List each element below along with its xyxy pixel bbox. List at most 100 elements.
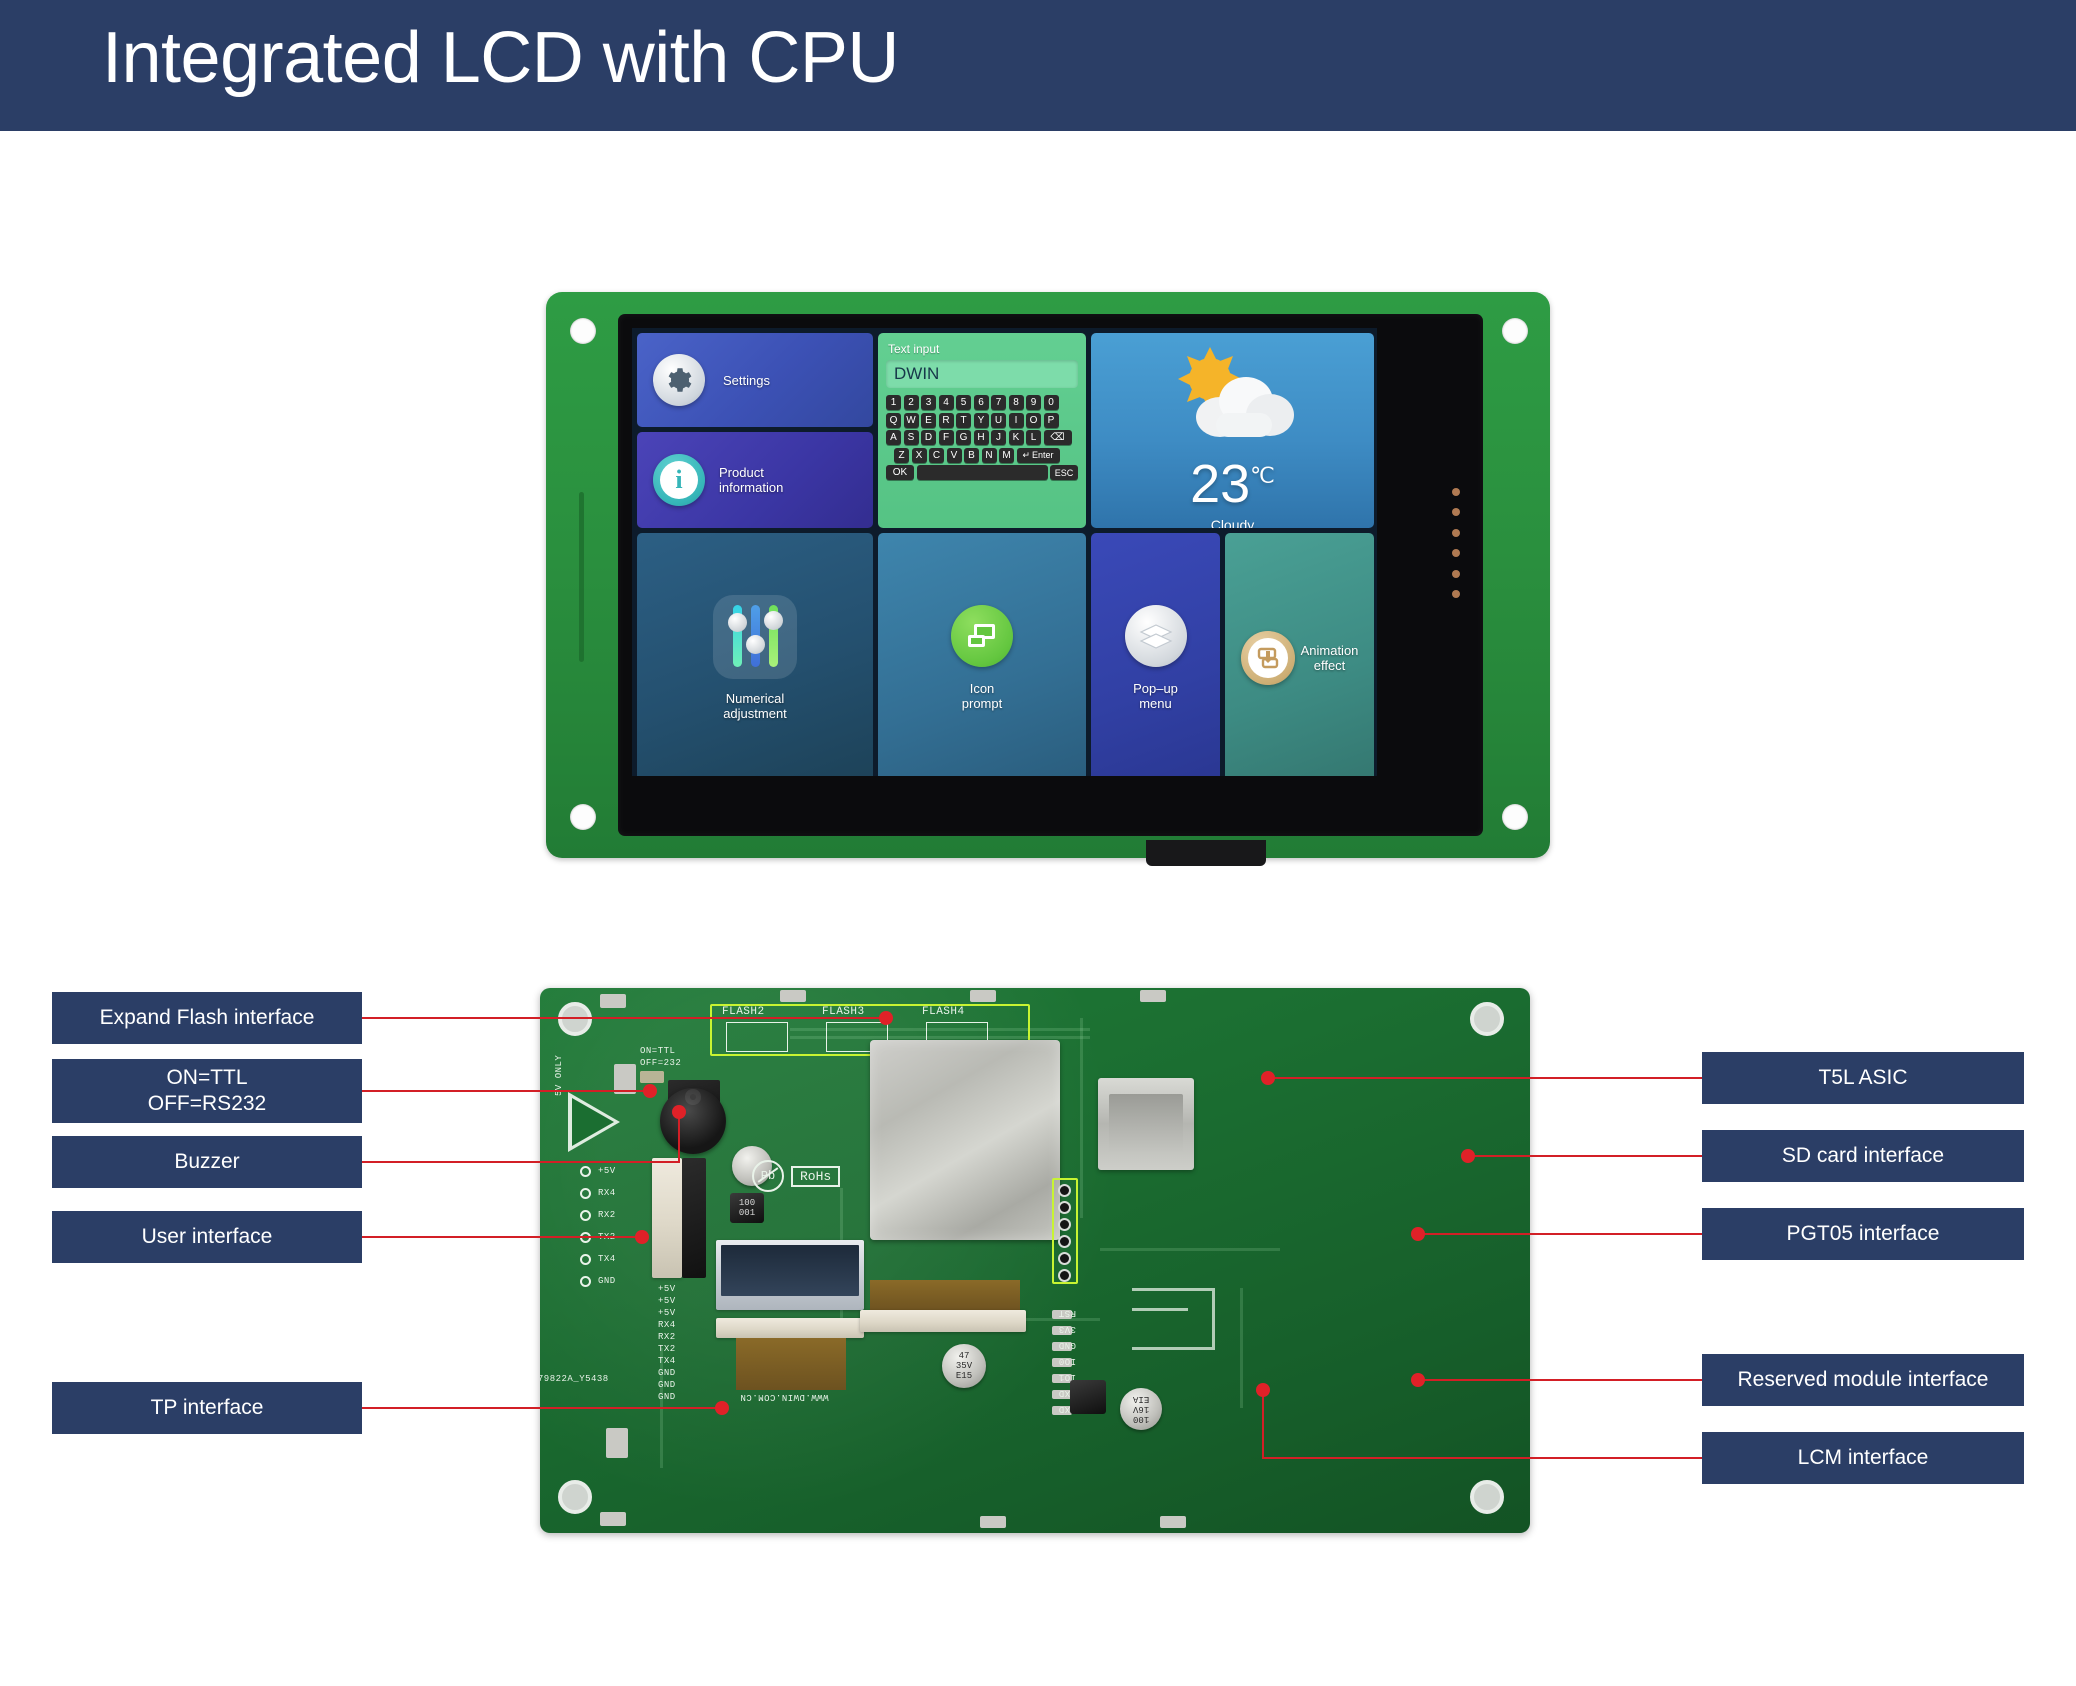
key[interactable]: U	[991, 412, 1006, 428]
pcb-clip	[1140, 990, 1166, 1002]
capacitor-100uf: 100 16V EIA	[1120, 1388, 1162, 1430]
lcm-fpc-connector	[860, 1310, 1026, 1332]
enter-key[interactable]: ↵ Enter	[1016, 447, 1060, 463]
key[interactable]: V	[946, 447, 962, 463]
space-key[interactable]	[916, 465, 1048, 480]
leader-line	[1418, 1233, 1702, 1235]
key[interactable]: G	[956, 430, 971, 445]
text-input-field[interactable]: DWIN	[886, 360, 1078, 388]
key[interactable]: 5	[956, 395, 971, 410]
key[interactable]: F	[938, 430, 954, 445]
voltage-warning-triangle	[568, 1092, 620, 1152]
keyboard-row-z: Z X C V B N M ↵ Enter	[886, 447, 1078, 463]
key[interactable]: A	[886, 430, 901, 445]
pad-pin	[580, 1210, 591, 1221]
key[interactable]: J	[991, 430, 1006, 445]
tile-label-line2: adjustment	[723, 706, 787, 721]
key[interactable]: C	[929, 447, 944, 463]
connector-body	[682, 1158, 706, 1278]
pad-pin	[580, 1166, 591, 1177]
silk-website: WWW.DWIN.COM.CN	[740, 1392, 829, 1402]
tile-settings[interactable]: Settings	[637, 333, 873, 427]
tile-product-information[interactable]: i Product information	[637, 432, 873, 528]
leader-endpoint	[1261, 1071, 1275, 1085]
tile-text-input-keyboard[interactable]: Text input DWIN 1 2 3 4 5 6 7 8 9 0 Q W …	[878, 333, 1086, 528]
pcb-clip	[600, 1512, 626, 1526]
buzzer-component	[660, 1088, 726, 1154]
lcd-screen-ui: Settings i Product information Numerical…	[632, 328, 1377, 776]
enter-arrow-icon: ↵	[1022, 449, 1031, 460]
key[interactable]: 3	[921, 395, 936, 410]
backspace-key[interactable]: ⌫	[1043, 430, 1072, 445]
esc-key[interactable]: ESC	[1050, 465, 1078, 480]
tile-popup-menu[interactable]: Pop–up menu	[1091, 533, 1220, 776]
tile-label-line2: prompt	[961, 696, 1003, 711]
key[interactable]: Y	[973, 412, 989, 428]
tile-label-line2: effect	[1313, 658, 1346, 673]
key[interactable]: I	[1008, 412, 1024, 428]
key[interactable]: O	[1026, 412, 1041, 428]
callout-user-interface: User interface	[52, 1211, 362, 1263]
cap-label-2: 16V	[1132, 1404, 1150, 1414]
key[interactable]: R	[938, 412, 954, 428]
key[interactable]: 1	[886, 395, 901, 410]
callout-line2: OFF=RS232	[147, 1092, 267, 1115]
silk-pad-pin: TX4	[598, 1254, 616, 1264]
key[interactable]: 0	[1043, 395, 1059, 410]
tile-label-line1: Icon	[969, 681, 995, 696]
leader-line	[362, 1017, 886, 1019]
weather-description: Cloudy	[1210, 517, 1255, 528]
tile-animation-effect[interactable]: Animation effect	[1225, 533, 1374, 776]
leader-endpoint	[1256, 1383, 1270, 1397]
tile-weather[interactable]: 23℃ Cloudy	[1091, 333, 1374, 528]
callout-ttl-rs232-switch: ON=TTL OFF=RS232	[52, 1059, 362, 1123]
pad-pin	[580, 1276, 591, 1287]
key[interactable]: H	[973, 430, 989, 445]
pcb-clip	[970, 990, 996, 1002]
key[interactable]: 9	[1026, 395, 1041, 410]
pcb-trace	[1240, 1288, 1243, 1408]
key[interactable]: N	[981, 447, 997, 463]
silk-reserved-pin: RST	[1058, 1308, 1076, 1318]
key[interactable]: M	[999, 447, 1014, 463]
silk-reserved-pin: 3V3	[1058, 1324, 1076, 1334]
flash2-footprint	[726, 1022, 788, 1052]
key[interactable]: E	[921, 412, 936, 428]
mount-hole	[570, 804, 596, 830]
key[interactable]: 7	[991, 395, 1006, 410]
key[interactable]: 8	[1008, 395, 1024, 410]
key[interactable]: D	[921, 430, 936, 445]
silk-flash4: FLASH4	[922, 1006, 965, 1018]
key[interactable]: K	[1008, 430, 1024, 445]
tile-numerical-adjustment-label: Numerical adjustment	[723, 691, 787, 721]
key[interactable]: 6	[973, 395, 989, 410]
tile-numerical-adjustment[interactable]: Numerical adjustment	[637, 533, 873, 776]
leader-line	[362, 1090, 650, 1092]
key[interactable]: B	[964, 447, 979, 463]
key[interactable]: L	[1026, 430, 1041, 445]
pad-pin	[580, 1254, 591, 1265]
pb-free-icon: Pb	[752, 1160, 784, 1192]
key[interactable]: Z	[894, 447, 909, 463]
pcb-mount-hole	[1470, 1002, 1504, 1036]
module-led-dots	[1452, 488, 1464, 598]
ok-key[interactable]: OK	[886, 465, 914, 480]
callout-reserved-module-interface: Reserved module interface	[1702, 1354, 2024, 1406]
key[interactable]: P	[1043, 412, 1059, 428]
key[interactable]: Q	[886, 412, 901, 428]
leader-line	[1468, 1155, 1702, 1157]
mount-hole	[570, 318, 596, 344]
tile-icon-prompt[interactable]: Icon prompt	[878, 533, 1086, 776]
pcb-clip	[780, 990, 806, 1002]
key[interactable]: 2	[903, 395, 919, 410]
info-icon: i	[653, 454, 705, 506]
screen-bottom-right-group: Pop–up menu Animation effect	[1091, 533, 1374, 776]
key[interactable]: S	[903, 430, 919, 445]
key[interactable]: T	[956, 412, 971, 428]
key[interactable]: 4	[938, 395, 954, 410]
key[interactable]: X	[911, 447, 927, 463]
rohs-text: RoHs	[791, 1165, 841, 1187]
silk-conn-pin: TX2	[658, 1344, 676, 1354]
pcb-clip	[980, 1516, 1006, 1528]
key[interactable]: W	[903, 412, 919, 428]
